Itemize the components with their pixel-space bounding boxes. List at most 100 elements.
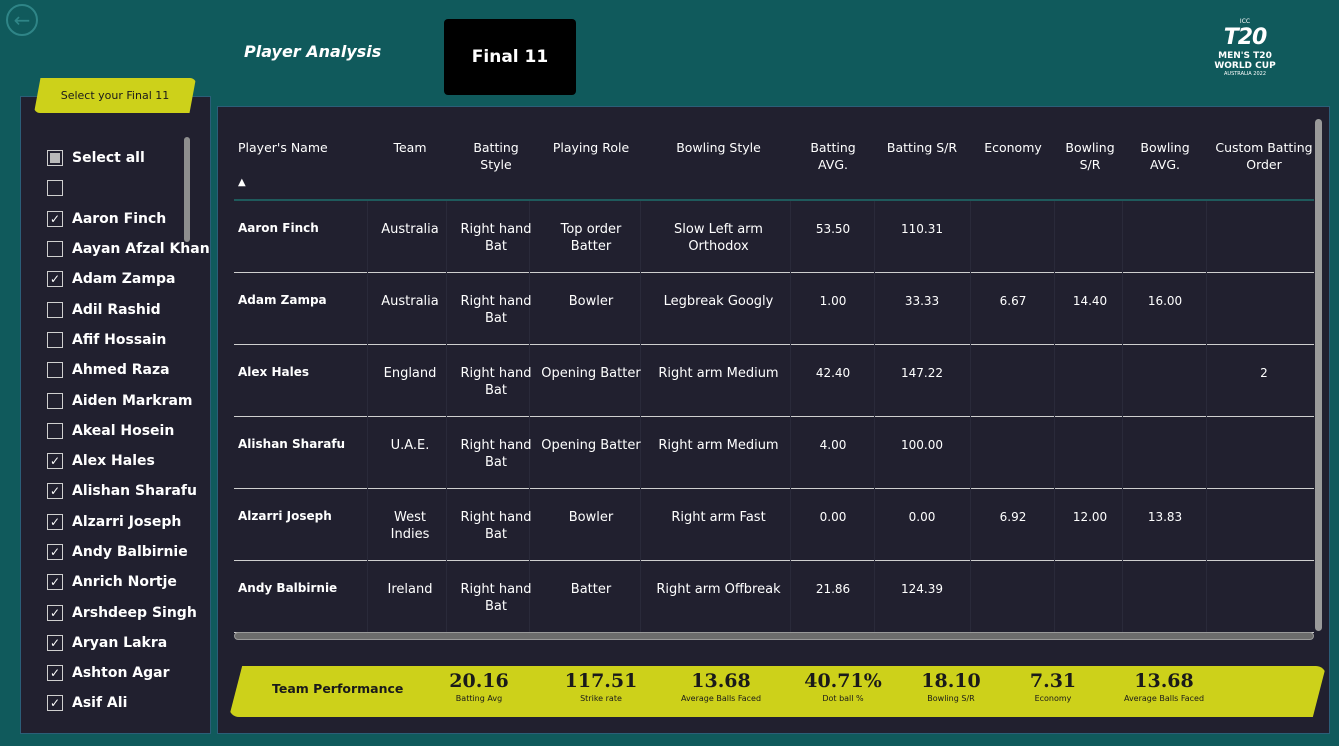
checkbox[interactable] — [47, 241, 63, 258]
column-divider — [970, 201, 971, 273]
slicer-item[interactable]: Aayan Afzal Khan — [47, 234, 210, 264]
slicer-item[interactable]: ✓ Alex Hales — [47, 446, 207, 476]
horizontal-scrollbar[interactable] — [234, 632, 1314, 640]
slicer-item[interactable]: ✓ Anrich Nortje — [47, 567, 207, 597]
column-header[interactable]: Team — [374, 139, 446, 156]
checkbox[interactable]: ✓ — [47, 634, 63, 651]
table-cell-bat-style: Right hand Bat — [460, 510, 532, 542]
table-cell-bat-avg: 42.40 — [815, 366, 851, 380]
column-divider — [790, 273, 791, 345]
table-header: ▲ Player's Name Team Batting Style Playing … — [234, 133, 1314, 201]
kpi-label: Batting Avg — [455, 694, 503, 703]
checkbox[interactable]: ✓ — [47, 544, 63, 560]
slicer-item[interactable]: ✓ Aryan Lakra — [47, 628, 207, 658]
table-cell-bat-style: Right hand Bat — [460, 438, 532, 470]
column-divider — [446, 489, 447, 561]
slicer-item[interactable]: ✓ Alishan Sharafu — [47, 476, 207, 506]
column-divider — [446, 561, 447, 633]
column-header[interactable]: Bowling AVG. — [1124, 139, 1206, 173]
checkbox[interactable] — [47, 150, 63, 167]
table-cell-bat-avg: 4.00 — [819, 438, 847, 452]
column-header[interactable]: Playing Role — [540, 139, 642, 156]
slicer-item[interactable]: Akeal Hosein — [47, 416, 207, 446]
table-cell-bowl-sr: 12.00 — [1072, 510, 1108, 524]
slicer-scrollbar[interactable] — [184, 137, 190, 242]
kpi-card: 117.51 Strike rate — [556, 668, 646, 704]
column-header[interactable]: Batting Style — [456, 139, 536, 173]
slicer-item[interactable]: ✓ Andy Balbirnie — [47, 537, 207, 567]
slicer-item[interactable]: ✓ Ashton Agar — [47, 658, 207, 688]
slicer-item-label: Anrich Nortje — [72, 574, 177, 591]
table-row[interactable]: Alishan Sharafu U.A.E. Right hand Bat Openi… — [234, 417, 1314, 489]
column-header[interactable]: Batting AVG. — [794, 139, 872, 173]
checkbox[interactable] — [47, 422, 63, 439]
checkbox[interactable] — [47, 331, 63, 348]
column-divider — [1122, 561, 1123, 633]
checkbox[interactable]: ✓ — [47, 604, 63, 621]
column-divider — [1054, 561, 1055, 633]
table-row[interactable]: Adam Zampa Australia Right hand Bat Bowler L… — [234, 273, 1314, 345]
slicer-item-label: Asif Ali — [72, 695, 128, 712]
slicer-item-label: Select all — [72, 150, 145, 167]
column-header[interactable]: Custom Batting Order — [1214, 139, 1314, 173]
checkbox[interactable] — [47, 180, 63, 197]
checkbox[interactable] — [47, 301, 63, 318]
checkbox[interactable] — [47, 362, 63, 379]
table-row[interactable]: Andy Balbirnie Ireland Right hand Bat Batte… — [234, 561, 1314, 633]
slicer-item[interactable]: Afif Hossain — [47, 325, 207, 355]
column-divider — [1206, 273, 1207, 345]
slicer-item[interactable]: ✓ Aaron Finch — [47, 204, 207, 234]
column-header[interactable]: Batting S/R — [877, 139, 967, 156]
checkbox[interactable]: ✓ — [47, 271, 63, 288]
kpi-value: 7.31 — [1029, 670, 1077, 692]
slicer-item[interactable]: Select all — [47, 143, 207, 173]
checkbox[interactable]: ✓ — [47, 483, 63, 500]
final-11-button[interactable]: Final 11 — [444, 19, 576, 95]
slicer-item[interactable]: ✓ Asif Ali — [47, 688, 207, 718]
table-row[interactable]: Alzarri Joseph West Indies Right hand Bat B… — [234, 489, 1314, 561]
table-cell-bat-avg: 0.00 — [819, 510, 847, 524]
table-cell-bat-style: Right hand Bat — [460, 222, 532, 254]
slicer-item[interactable]: ✓ Adam Zampa — [47, 264, 207, 294]
page-title: Player Analysis — [244, 42, 382, 61]
logo-mark: T20 — [1223, 25, 1268, 50]
column-divider — [1054, 489, 1055, 561]
slicer-item[interactable] — [47, 173, 207, 203]
slicer-item[interactable]: ✓ Alzarri Joseph — [47, 507, 207, 537]
column-header[interactable]: Player's Name — [238, 139, 378, 156]
table-cell-bat-avg: 53.50 — [815, 222, 851, 236]
column-divider — [1122, 417, 1123, 489]
column-divider — [790, 201, 791, 273]
logo-line1: MEN'S T20 — [1218, 51, 1272, 61]
checkbox[interactable]: ✓ — [47, 695, 63, 712]
kpi-value: 13.68 — [691, 670, 751, 692]
slicer-item[interactable]: Aiden Markram — [47, 385, 207, 415]
checkbox[interactable]: ✓ — [47, 453, 63, 470]
table-cell-economy: 6.92 — [999, 510, 1027, 524]
checkbox[interactable]: ✓ — [47, 210, 63, 227]
table-row[interactable]: Aaron Finch Australia Right hand Bat Top or… — [234, 201, 1314, 273]
checkbox[interactable] — [47, 392, 63, 409]
table-cell-bat-avg: 21.86 — [815, 582, 851, 596]
slicer-item[interactable]: ✓ Arshdeep Singh — [47, 597, 207, 627]
checkbox[interactable]: ✓ — [47, 513, 63, 530]
column-header[interactable]: Bowling Style — [647, 139, 790, 156]
slicer-item[interactable]: Ahmed Raza — [47, 355, 207, 385]
table-cell-bat-sr: 33.33 — [904, 294, 940, 308]
table-cell-bat-avg: 1.00 — [819, 294, 847, 308]
table-cell-team: Australia — [381, 222, 439, 237]
sort-ascending-icon[interactable]: ▲ — [238, 177, 246, 188]
checkbox[interactable]: ✓ — [47, 665, 63, 682]
slicer-item-label: Akeal Hosein — [72, 422, 175, 439]
column-divider — [367, 489, 368, 561]
column-header[interactable]: Economy — [974, 139, 1052, 156]
column-header[interactable]: Bowling S/R — [1056, 139, 1124, 173]
checkbox[interactable]: ✓ — [47, 574, 63, 591]
column-divider — [1054, 273, 1055, 345]
kpi-label: Strike rate — [580, 694, 622, 703]
table-row[interactable]: Alex Hales England Right hand Bat Opening B… — [234, 345, 1314, 417]
back-arrow-icon[interactable]: ← — [6, 4, 38, 36]
slicer-item[interactable]: Adil Rashid — [47, 294, 207, 324]
vertical-scrollbar[interactable] — [1315, 119, 1322, 631]
slicer-item-label: Aiden Markram — [72, 392, 193, 409]
